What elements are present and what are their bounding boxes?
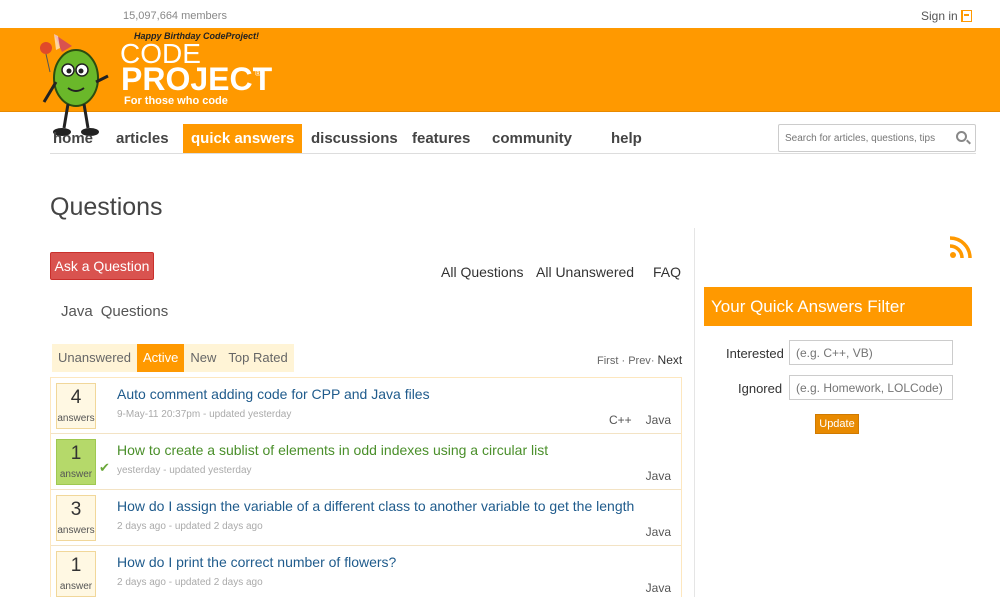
answer-count: 1 <box>70 443 82 464</box>
question-row: 3 answers How do I assign the variable o… <box>51 490 681 546</box>
answer-count: 3 <box>70 499 82 520</box>
nav-home[interactable]: home <box>50 124 96 153</box>
question-tabs: Unanswered Active New Top Rated <box>52 344 294 372</box>
nav-features[interactable]: features <box>409 124 473 153</box>
question-meta: yesterday - updated yesterday <box>117 465 252 476</box>
answer-count-label: answers <box>57 525 95 536</box>
question-tags: Java <box>646 581 671 595</box>
ignored-label: Ignored <box>738 381 783 396</box>
question-tags: Java <box>646 525 671 539</box>
answer-count-box: 4 answers <box>56 383 96 429</box>
ask-question-button[interactable]: Ask a Question <box>50 252 154 280</box>
column-divider <box>694 228 695 597</box>
check-icon: ✔ <box>99 460 110 475</box>
search-icon[interactable] <box>956 131 967 142</box>
answer-count-box: 3 answers <box>56 495 96 541</box>
nav-community[interactable]: community <box>489 124 575 153</box>
tab-top-rated[interactable]: Top Rated <box>222 344 293 372</box>
pager-next[interactable]: Next <box>658 353 683 367</box>
question-tags: Java <box>646 469 671 483</box>
pager-prev[interactable]: Prev <box>628 355 651 367</box>
question-list: 4 answers Auto comment adding code for C… <box>50 377 682 597</box>
all-questions-link[interactable]: All Questions <box>441 264 523 280</box>
question-meta: 2 days ago - updated 2 days ago <box>117 577 263 588</box>
all-unanswered-link[interactable]: All Unanswered <box>536 264 634 280</box>
logo-tagline: For those who code <box>124 95 228 107</box>
tab-unanswered[interactable]: Unanswered <box>52 344 137 372</box>
tab-active[interactable]: Active <box>137 344 185 372</box>
nav-discussions[interactable]: discussions <box>308 124 401 153</box>
update-filter-button[interactable]: Update <box>815 414 859 434</box>
tag-link[interactable]: Java <box>646 413 671 427</box>
question-meta: 9-May-11 20:37pm - updated yesterday <box>117 409 292 420</box>
question-title-link[interactable]: How do I print the correct number of flo… <box>117 554 396 570</box>
page-title: Questions <box>50 193 163 221</box>
question-title-link[interactable]: Auto comment adding code for CPP and Jav… <box>117 386 430 402</box>
question-meta: 2 days ago - updated 2 days ago <box>117 521 263 532</box>
answer-count: 4 <box>70 387 82 408</box>
member-count: 15,097,664 members <box>123 10 227 22</box>
signin-icon <box>960 10 972 22</box>
pager-sep: · <box>621 355 626 367</box>
search-input[interactable] <box>779 125 949 151</box>
nav-articles[interactable]: articles <box>113 124 172 153</box>
question-row: 1 answer How do I print the correct numb… <box>51 546 681 597</box>
interested-label: Interested <box>726 346 784 361</box>
logo-project-text[interactable]: PROJECT <box>121 61 272 98</box>
rss-icon[interactable] <box>949 235 973 259</box>
tag-link[interactable]: Java <box>646 581 671 595</box>
tag-link[interactable]: Java <box>646 525 671 539</box>
tag-filter-word: Questions <box>100 303 169 320</box>
site-search <box>778 124 976 152</box>
logo-registered-mark: ® <box>255 69 261 78</box>
tab-new[interactable]: New <box>184 344 222 372</box>
faq-link[interactable]: FAQ <box>653 264 681 280</box>
signin-label: Sign in <box>921 9 958 23</box>
question-tags: C++ Java <box>609 413 671 427</box>
tag-filter-tag: Java <box>61 303 93 320</box>
answer-count: 1 <box>70 555 82 576</box>
question-row: 1 answer ✔ How to create a sublist of el… <box>51 434 681 490</box>
tag-link[interactable]: Java <box>646 469 671 483</box>
pager-first[interactable]: First <box>597 355 618 367</box>
answer-count-label: answer <box>59 469 93 480</box>
pager-sep: · <box>650 355 655 367</box>
site-banner: Happy Birthday CodeProject! CODE PROJECT… <box>0 28 1000 136</box>
filter-heading: Your Quick Answers Filter <box>704 287 972 326</box>
answer-count-box: 1 answer <box>56 439 96 485</box>
tag-link[interactable]: C++ <box>609 413 632 427</box>
answer-count-label: answers <box>57 413 95 424</box>
answer-count-box: 1 answer <box>56 551 96 597</box>
nav-help[interactable]: help <box>608 124 645 153</box>
nav-quick-answers[interactable]: quick answers <box>183 124 303 153</box>
ignored-input[interactable] <box>789 375 953 400</box>
question-title-link[interactable]: How do I assign the variable of a differ… <box>117 498 634 514</box>
answer-count-label: answer <box>59 581 93 592</box>
pager: First · Prev· Next <box>597 353 682 367</box>
tag-filter-heading: Java Questions <box>61 303 176 320</box>
interested-input[interactable] <box>789 340 953 365</box>
question-row: 4 answers Auto comment adding code for C… <box>51 378 681 434</box>
question-title-link[interactable]: How to create a sublist of elements in o… <box>117 442 548 458</box>
signin-link[interactable]: Sign in <box>921 9 972 23</box>
